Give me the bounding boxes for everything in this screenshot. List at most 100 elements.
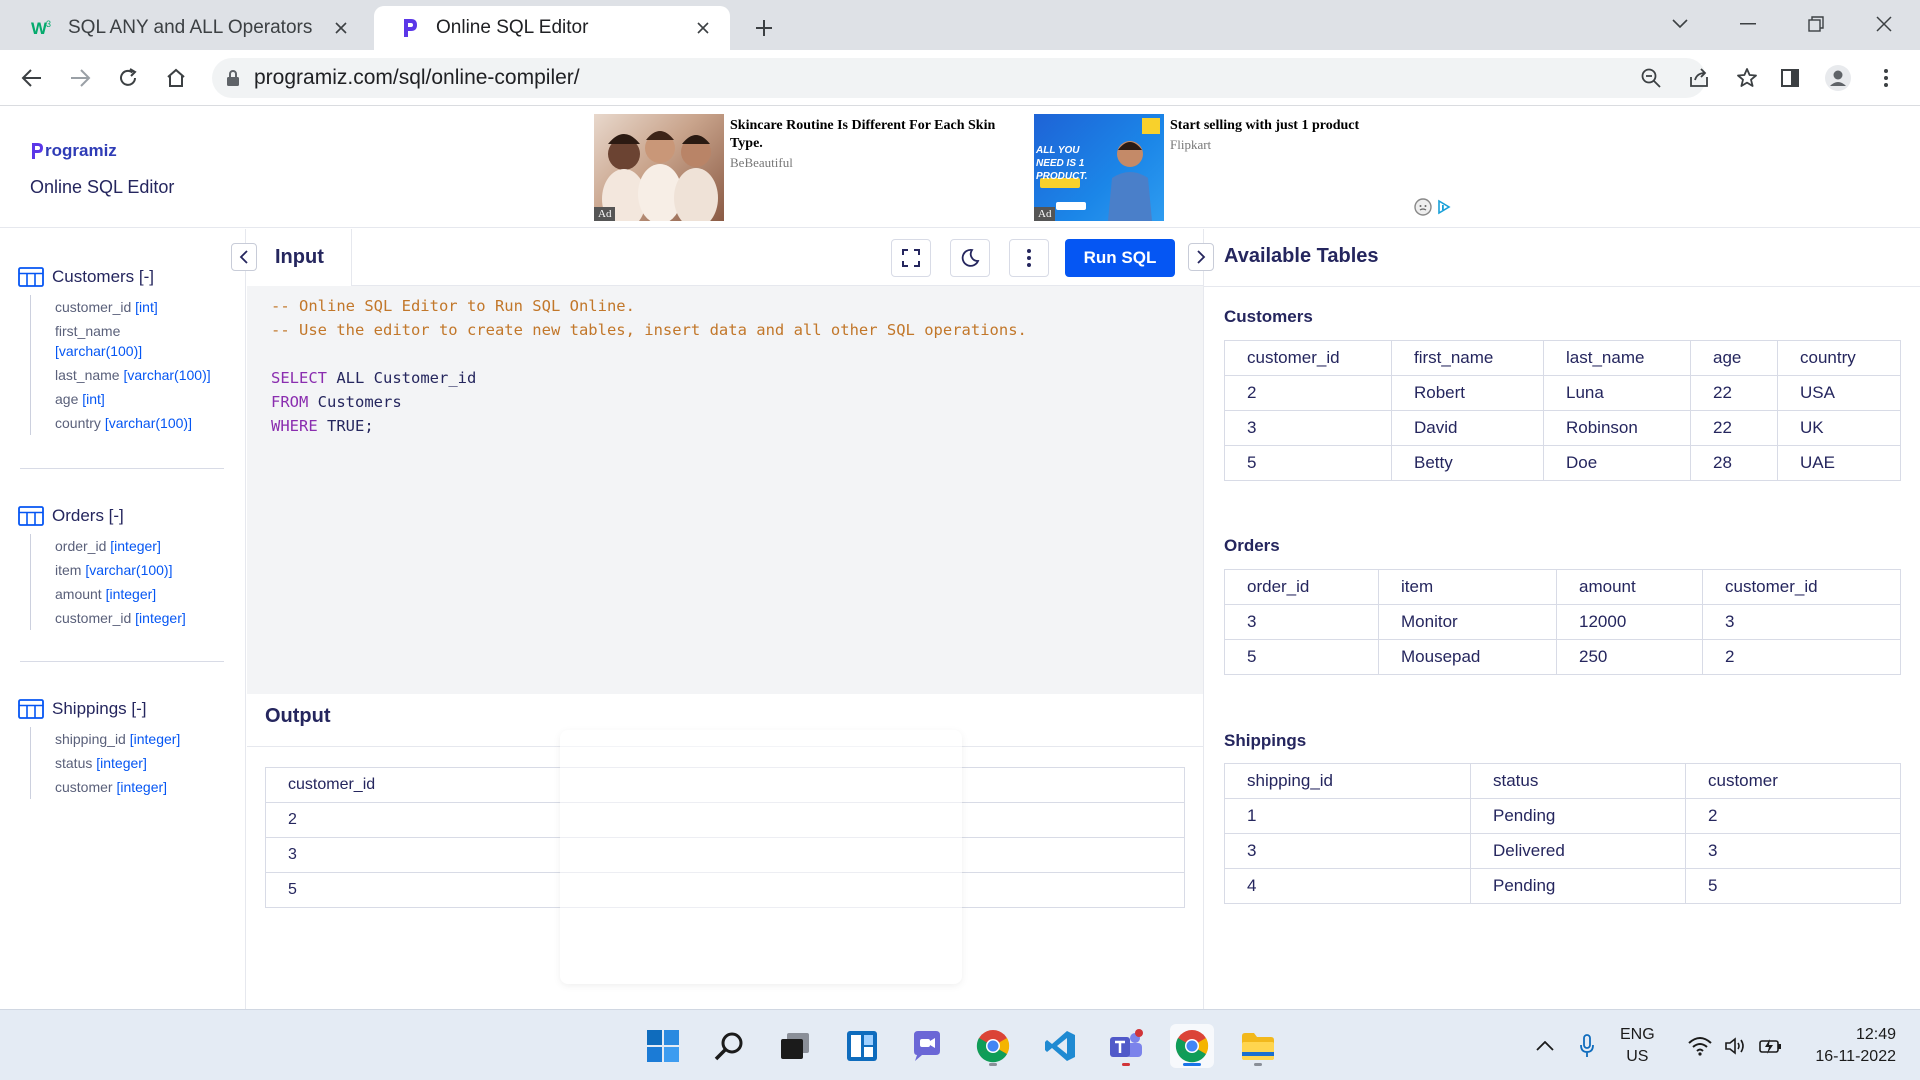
output-title: Output bbox=[265, 705, 331, 727]
restore-icon[interactable] bbox=[1796, 8, 1836, 40]
microphone-icon[interactable] bbox=[1572, 1010, 1602, 1080]
customers-table: customer_id first_name last_name age cou… bbox=[1224, 340, 1901, 481]
volume-icon[interactable] bbox=[1722, 1010, 1750, 1080]
wifi-icon[interactable] bbox=[1686, 1010, 1714, 1080]
schema-column: last_name [varchar(100)] bbox=[55, 367, 211, 383]
tab-sql-any-all[interactable]: W3 SQL ANY and ALL Operators bbox=[6, 6, 368, 50]
ad-source: Flipkart bbox=[1170, 137, 1212, 152]
table-cell: 3 bbox=[1685, 833, 1901, 869]
windows-taskbar: ENG US 12:49 16-11-2022 bbox=[0, 1009, 1920, 1080]
more-options-icon[interactable] bbox=[1009, 239, 1049, 277]
file-explorer-icon[interactable] bbox=[1236, 1024, 1280, 1068]
schema-column: customer [integer] bbox=[55, 779, 168, 795]
minimize-icon[interactable] bbox=[1728, 8, 1768, 40]
lang-region: US bbox=[1626, 1048, 1649, 1065]
collapse-sidebar-chevron-left-icon[interactable] bbox=[231, 243, 257, 271]
code-text: Customers bbox=[308, 393, 402, 411]
run-sql-button[interactable]: Run SQL bbox=[1065, 239, 1175, 277]
chrome-menu-icon[interactable] bbox=[1868, 60, 1904, 96]
sql-code-editor[interactable]: -- Online SQL Editor to Run SQL Online. … bbox=[271, 294, 1027, 438]
address-bar[interactable]: programiz.com/sql/online-compiler/ bbox=[212, 58, 1757, 98]
table-cell: 28 bbox=[1690, 445, 1778, 481]
new-tab-plus-icon[interactable] bbox=[748, 12, 780, 44]
schema-table-header[interactable]: Customers [-] bbox=[18, 265, 228, 289]
tab-close-icon[interactable] bbox=[692, 17, 714, 39]
search-icon[interactable] bbox=[707, 1024, 751, 1068]
schema-column: order_id [integer] bbox=[55, 538, 161, 554]
adchoices[interactable] bbox=[1414, 198, 1452, 216]
taskbar-clock[interactable]: 12:49 16-11-2022 bbox=[1796, 1024, 1896, 1068]
table-cell: UAE bbox=[1777, 445, 1901, 481]
schema-column: age [int] bbox=[55, 391, 105, 407]
forward-arrow-icon[interactable] bbox=[62, 60, 98, 96]
input-tab[interactable]: Input bbox=[247, 229, 352, 286]
home-icon[interactable] bbox=[158, 60, 194, 96]
adchoices-icon[interactable] bbox=[1436, 199, 1452, 215]
editor-toolbar: Input Run SQL bbox=[247, 229, 1203, 286]
tab-close-icon[interactable] bbox=[330, 17, 352, 39]
window-close-icon[interactable] bbox=[1864, 8, 1904, 40]
teams-chat-icon[interactable] bbox=[905, 1024, 949, 1068]
start-icon[interactable] bbox=[641, 1024, 685, 1068]
ad-feedback-icon[interactable] bbox=[1414, 198, 1432, 216]
ad-title[interactable]: Start selling with just 1 product bbox=[1170, 117, 1460, 135]
dark-mode-moon-icon[interactable] bbox=[950, 239, 990, 277]
schema-table-header[interactable]: Shippings [-] bbox=[18, 697, 228, 721]
task-view-icon[interactable] bbox=[773, 1024, 817, 1068]
tab-search-chevron-icon[interactable] bbox=[1660, 8, 1700, 40]
page-header: rogramiz Online SQL Editor Ad Skincare R… bbox=[0, 107, 1920, 228]
input-language-indicator[interactable]: ENG US bbox=[1620, 1024, 1655, 1068]
column-header: age bbox=[1690, 340, 1778, 376]
table-cell: UK bbox=[1777, 410, 1901, 446]
share-icon[interactable] bbox=[1682, 61, 1716, 95]
table-cell: Monitor bbox=[1378, 604, 1557, 640]
table-cell: 4 bbox=[1224, 868, 1471, 904]
table-cell: Delivered bbox=[1470, 833, 1686, 869]
browser-tab-bar: W3 SQL ANY and ALL Operators Online SQL … bbox=[0, 0, 1920, 50]
table-cell: 2 bbox=[1685, 798, 1901, 834]
chrome-icon[interactable] bbox=[971, 1024, 1015, 1068]
vscode-icon[interactable] bbox=[1038, 1024, 1082, 1068]
table-cell: Luna bbox=[1543, 375, 1691, 411]
tab-title: Online SQL Editor bbox=[436, 17, 589, 38]
chrome-active-icon[interactable] bbox=[1170, 1024, 1214, 1068]
table-header-row: order_id item amount customer_id bbox=[1224, 569, 1901, 605]
side-panel-icon[interactable] bbox=[1772, 60, 1808, 96]
code-keyword: FROM bbox=[271, 393, 309, 411]
reload-icon[interactable] bbox=[110, 60, 146, 96]
column-header: customer bbox=[1685, 763, 1901, 799]
back-arrow-icon[interactable] bbox=[14, 60, 50, 96]
table-cell: 22 bbox=[1690, 375, 1778, 411]
schema-column: item [varchar(100)] bbox=[55, 562, 173, 578]
sidebar-divider bbox=[20, 661, 224, 662]
ad-banner-flipkart[interactable]: ALL YOU NEED IS 1 PRODUCT. Ad Start sell… bbox=[1034, 114, 1460, 221]
code-keyword: SELECT bbox=[271, 369, 327, 387]
column-header: last_name bbox=[1543, 340, 1691, 376]
ad-banner-skincare[interactable]: Ad Skincare Routine Is Different For Eac… bbox=[594, 114, 1020, 221]
profile-avatar-icon[interactable] bbox=[1820, 60, 1856, 96]
tab-online-sql-editor[interactable]: Online SQL Editor bbox=[374, 6, 730, 50]
teams-icon[interactable] bbox=[1104, 1024, 1148, 1068]
schema-column: amount [integer] bbox=[55, 586, 157, 602]
widgets-icon[interactable] bbox=[840, 1024, 884, 1068]
ad-title[interactable]: Skincare Routine Is Different For Each S… bbox=[730, 117, 1020, 153]
code-comment: -- Use the editor to create new tables, … bbox=[271, 321, 1027, 339]
table-icon bbox=[18, 267, 44, 287]
fullscreen-icon[interactable] bbox=[891, 239, 931, 277]
bookmark-star-icon[interactable] bbox=[1730, 61, 1764, 95]
schema-table-header[interactable]: Orders [-] bbox=[18, 504, 228, 528]
table-cell: 3 bbox=[1224, 604, 1379, 640]
schema-sidebar: Customers [-] customer_id [int] first_na… bbox=[0, 229, 246, 1009]
collapse-tables-chevron-right-icon[interactable] bbox=[1188, 243, 1214, 271]
browser-toolbar: programiz.com/sql/online-compiler/ bbox=[0, 50, 1920, 106]
battery-charging-icon[interactable] bbox=[1756, 1010, 1786, 1080]
lock-icon[interactable] bbox=[226, 69, 240, 87]
ad-image-skincare[interactable]: Ad bbox=[594, 114, 724, 221]
ad-image-flipkart[interactable]: ALL YOU NEED IS 1 PRODUCT. Ad bbox=[1034, 114, 1164, 221]
orders-table: order_id item amount customer_id 3 Monito… bbox=[1224, 569, 1901, 675]
zoom-icon[interactable] bbox=[1634, 61, 1668, 95]
show-hidden-icons-chevron-icon[interactable] bbox=[1530, 1010, 1560, 1080]
table-cell: Pending bbox=[1470, 798, 1686, 834]
programiz-logo[interactable]: rogramiz bbox=[30, 141, 117, 161]
table-cell: 12000 bbox=[1556, 604, 1703, 640]
